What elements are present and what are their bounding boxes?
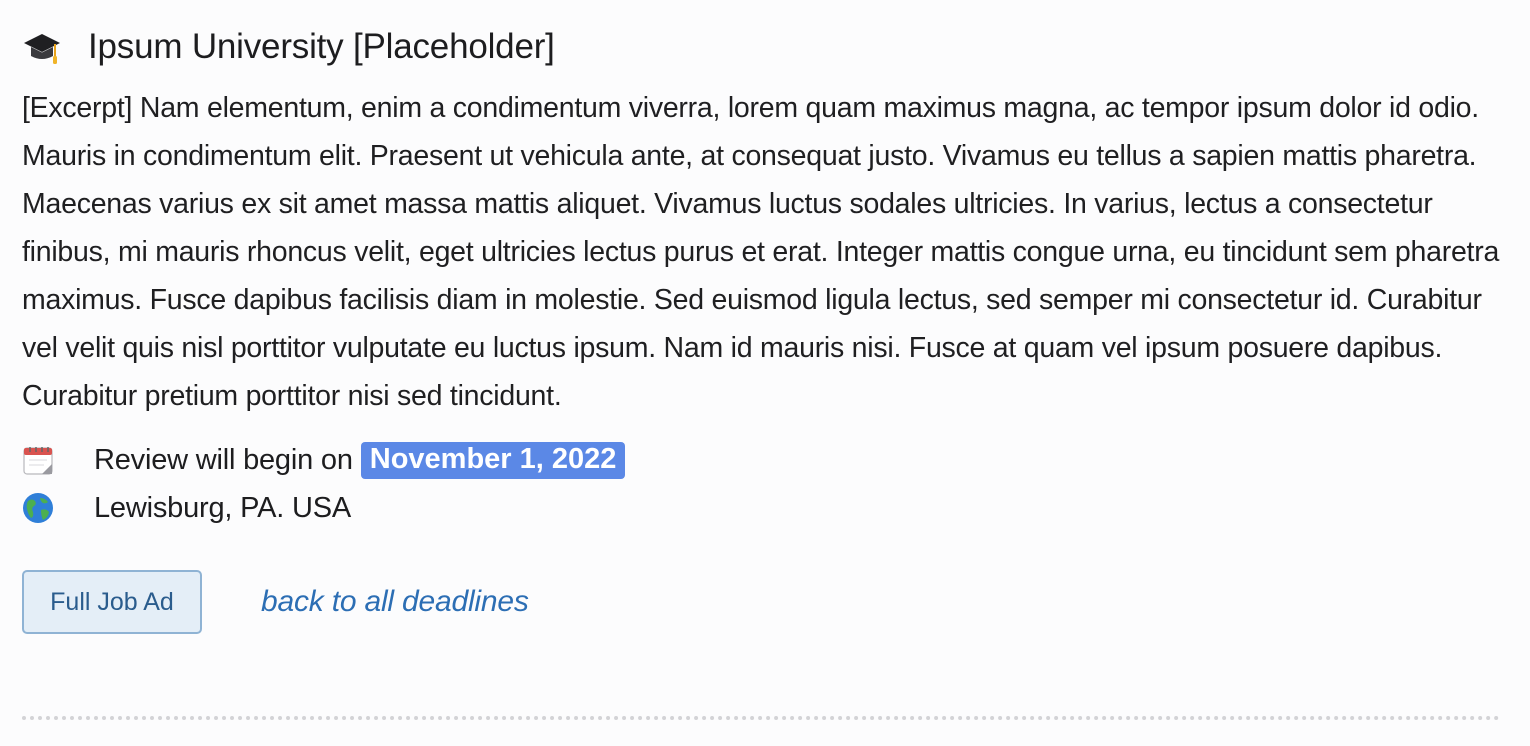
full-job-ad-button[interactable]: Full Job Ad	[22, 570, 202, 634]
job-card: Ipsum University [Placeholder] [Excerpt]…	[0, 0, 1530, 746]
location-row: Lewisburg, PA. USA	[22, 484, 1508, 532]
calendar-icon	[22, 444, 54, 476]
review-date-badge: November 1, 2022	[360, 441, 626, 479]
job-excerpt: [Excerpt] Nam elementum, enim a condimen…	[22, 92, 1500, 412]
graduation-cap-icon	[22, 27, 62, 67]
review-date-prefix: Review will begin on	[94, 443, 353, 476]
job-header: Ipsum University [Placeholder]	[22, 0, 1508, 94]
job-actions: Full Job Ad back to all deadlines	[22, 570, 1508, 634]
job-title: Ipsum University [Placeholder]	[88, 27, 555, 66]
globe-icon	[22, 492, 54, 524]
dotted-divider	[22, 716, 1500, 720]
review-date-row: Review will begin on November 1, 2022	[22, 436, 1508, 484]
back-to-all-deadlines-link[interactable]: back to all deadlines	[261, 585, 529, 619]
job-location: Lewisburg, PA. USA	[94, 491, 351, 524]
